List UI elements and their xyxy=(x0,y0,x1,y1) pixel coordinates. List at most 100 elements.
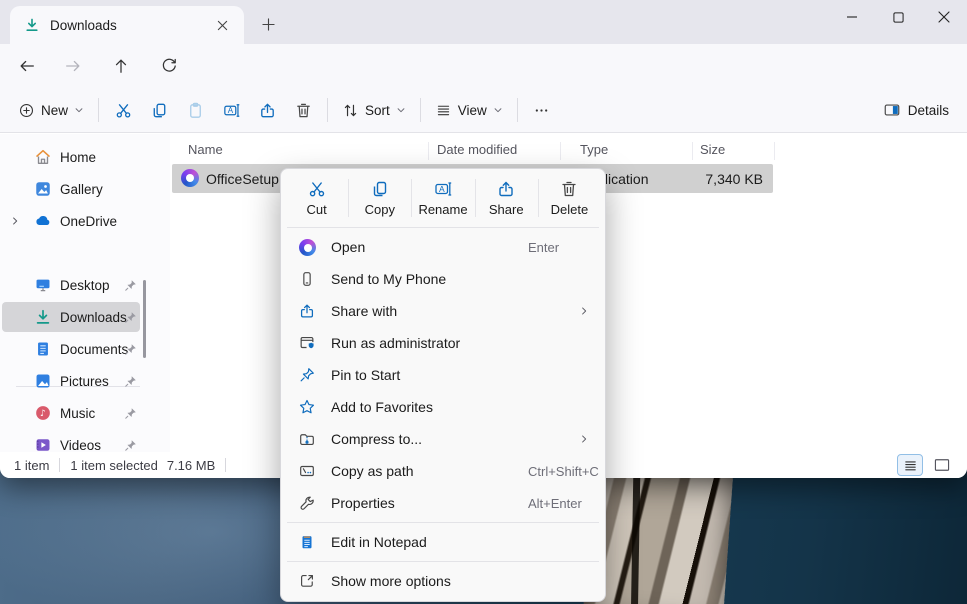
menu-shortcut: Enter xyxy=(528,240,559,255)
maximize-button[interactable] xyxy=(875,0,921,34)
pin-icon xyxy=(124,343,137,356)
sidebar-item-onedrive[interactable]: OneDrive xyxy=(2,206,140,236)
selection-count: 1 item selected xyxy=(70,458,157,473)
delete-quick-action[interactable]: Delete xyxy=(538,172,601,224)
sidebar-item-label: Gallery xyxy=(60,182,103,197)
pin-icon xyxy=(124,311,137,324)
menu-item-label: Properties xyxy=(331,495,395,511)
view-label: View xyxy=(458,103,487,118)
desktop-icon xyxy=(34,276,52,294)
menu-item-properties[interactable]: Properties Alt+Enter xyxy=(285,487,601,519)
pin-icon xyxy=(124,407,137,420)
view-icon xyxy=(435,102,452,119)
menu-item-label: Edit in Notepad xyxy=(331,534,427,550)
view-button[interactable]: View xyxy=(427,96,511,125)
new-label: New xyxy=(41,103,68,118)
cut-quick-action[interactable]: Cut xyxy=(285,172,348,224)
sidebar-item-documents[interactable]: Documents xyxy=(2,334,140,364)
share-button[interactable] xyxy=(249,93,285,127)
sort-icon xyxy=(342,102,359,119)
command-bar: New A xyxy=(0,88,967,133)
menu-item-show-more-options[interactable]: Show more options xyxy=(285,565,601,597)
details-pane-button[interactable]: Details xyxy=(883,101,949,119)
new-tab-icon[interactable] xyxy=(256,12,280,36)
quick-action-label: Share xyxy=(489,202,524,217)
sort-button[interactable]: Sort xyxy=(334,96,414,125)
submenu-chevron-icon xyxy=(579,434,589,444)
copy-quick-action[interactable]: Copy xyxy=(348,172,411,224)
star-icon xyxy=(297,398,317,416)
show-more-options-icon xyxy=(297,572,317,590)
cut-button[interactable] xyxy=(105,93,141,127)
share-icon xyxy=(297,302,317,320)
quick-action-label: Copy xyxy=(365,202,395,217)
sidebar-item-label: Videos xyxy=(60,438,101,453)
new-button[interactable]: New xyxy=(10,96,92,125)
menu-item-label: Copy as path xyxy=(331,463,414,479)
pin-icon xyxy=(124,375,137,388)
pin-icon xyxy=(124,279,137,292)
menu-item-label: Run as administrator xyxy=(331,335,460,351)
delete-button[interactable] xyxy=(285,93,321,127)
column-header-type[interactable]: Type xyxy=(580,142,608,157)
refresh-icon[interactable] xyxy=(152,49,186,83)
tab-downloads[interactable]: Downloads xyxy=(10,6,244,44)
forward-icon[interactable] xyxy=(56,49,90,83)
pictures-icon xyxy=(34,372,52,390)
quick-action-label: Rename xyxy=(418,202,467,217)
sidebar-item-label: Pictures xyxy=(60,374,109,389)
downloads-icon xyxy=(24,17,40,33)
menu-item-pin-to-start[interactable]: Pin to Start xyxy=(285,359,601,391)
delete-icon xyxy=(559,179,579,199)
file-size: 7,340 KB xyxy=(705,171,763,187)
cut-icon xyxy=(307,179,327,199)
column-header-name[interactable]: Name xyxy=(188,142,223,157)
sidebar-item-pictures[interactable]: Pictures xyxy=(2,366,140,396)
submenu-chevron-icon xyxy=(579,306,589,316)
sidebar-item-music[interactable]: ♪ Music xyxy=(2,398,140,428)
tab-close-icon[interactable] xyxy=(210,13,234,37)
pin-to-start-icon xyxy=(297,366,317,384)
thumbnail-view-toggle[interactable] xyxy=(929,454,955,476)
share-icon xyxy=(496,179,516,199)
rename-quick-action[interactable]: A Rename xyxy=(411,172,474,224)
details-view-toggle[interactable] xyxy=(897,454,923,476)
rename-button[interactable]: A xyxy=(213,93,249,127)
sidebar-item-home[interactable]: Home xyxy=(2,142,140,172)
menu-item-share-with[interactable]: Share with xyxy=(285,295,601,327)
back-icon[interactable] xyxy=(10,49,44,83)
share-quick-action[interactable]: Share xyxy=(475,172,538,224)
minimize-button[interactable] xyxy=(829,0,875,34)
menu-item-send-to-my-phone[interactable]: Send to My Phone xyxy=(285,263,601,295)
new-plus-icon xyxy=(18,102,35,119)
menu-item-add-to-favorites[interactable]: Add to Favorites xyxy=(285,391,601,423)
selection-size: 7.16 MB xyxy=(167,458,215,473)
sidebar-item-gallery[interactable]: Gallery xyxy=(2,174,140,204)
menu-item-run-as-administrator[interactable]: Run as administrator xyxy=(285,327,601,359)
home-icon xyxy=(34,148,52,166)
menu-item-compress-to[interactable]: Compress to... xyxy=(285,423,601,455)
sidebar-scrollbar[interactable] xyxy=(143,280,146,358)
column-header-size[interactable]: Size xyxy=(700,142,725,157)
chevron-right-icon[interactable] xyxy=(10,216,20,226)
sidebar-item-downloads[interactable]: Downloads xyxy=(2,302,140,332)
sidebar-item-desktop[interactable]: Desktop xyxy=(2,270,140,300)
details-label: Details xyxy=(908,103,949,118)
column-header-date-modified[interactable]: Date modified xyxy=(437,142,517,157)
gallery-icon xyxy=(34,180,52,198)
menu-item-copy-as-path[interactable]: Copy as path Ctrl+Shift+C xyxy=(285,455,601,487)
menu-item-label: Share with xyxy=(331,303,397,319)
svg-text:A: A xyxy=(439,184,445,194)
up-icon[interactable] xyxy=(104,49,138,83)
more-options-icon[interactable] xyxy=(524,93,560,127)
close-button[interactable] xyxy=(921,0,967,34)
sidebar-item-label: Documents xyxy=(60,342,128,357)
menu-item-open[interactable]: Open Enter xyxy=(285,231,601,263)
office-setup-file-icon xyxy=(297,239,317,256)
copy-button[interactable] xyxy=(141,93,177,127)
menu-item-edit-in-notepad[interactable]: Edit in Notepad xyxy=(285,526,601,558)
column-headers: Name Date modified Type Size xyxy=(170,136,780,164)
paste-button[interactable] xyxy=(177,93,213,127)
quick-actions-row: Cut Copy A Rename Share xyxy=(285,172,601,224)
menu-item-label: Compress to... xyxy=(331,431,422,447)
